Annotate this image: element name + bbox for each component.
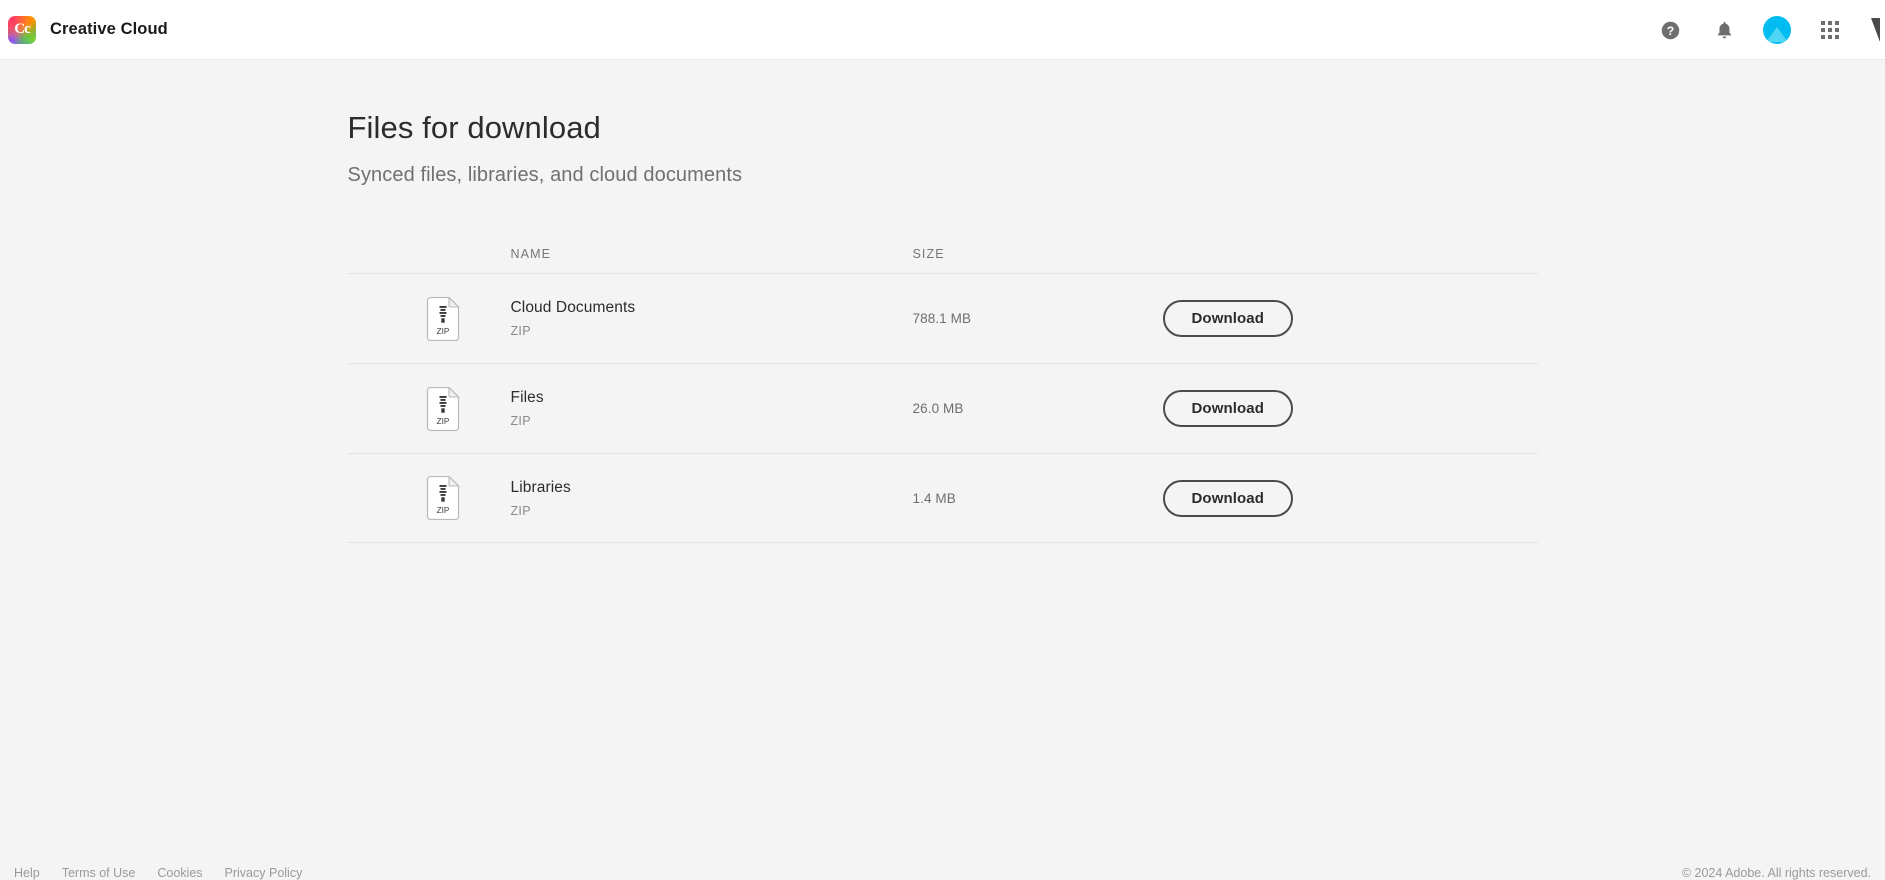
cell-action: Download [1162,390,1538,427]
main-content: Files for download Synced files, librari… [0,60,1885,880]
file-type: ZIP [510,414,531,428]
page-title: Files for download [347,110,601,145]
table-row: ZIP Cloud Documents ZIP 788.1 MB Downloa… [347,273,1538,363]
creative-cloud-logo-icon: Cc [8,15,36,44]
svg-text:ZIP: ZIP [436,417,449,426]
footer-link[interactable]: Help [14,866,40,880]
notifications-bell-icon[interactable] [1709,15,1739,45]
header-actions: ? [1655,0,1885,60]
files-table: NAME SIZE ZIP Cloud Documents ZIP 788.1 … [347,235,1538,543]
file-name: Libraries [510,478,571,496]
table-row: ZIP Files ZIP 26.0 MB Download [347,363,1538,453]
file-size: 1.4 MB [912,490,956,506]
footer-links: Help Terms of Use Cookies Privacy Policy [14,866,302,880]
page-subtitle: Synced files, libraries, and cloud docum… [347,164,743,186]
cell-name: ZIP Cloud Documents ZIP [348,296,913,341]
brand[interactable]: Cc Creative Cloud [8,15,168,44]
footer: Help Terms of Use Cookies Privacy Policy © … [0,860,1885,880]
app-header: Cc Creative Cloud ? [0,0,1885,60]
file-name: Cloud Documents [510,299,636,316]
table-row: ZIP Libraries ZIP 1.4 MB Download [347,453,1538,543]
creative-cloud-logo-mark: Cc [14,21,31,37]
app-grid-icon[interactable] [1815,15,1845,45]
file-name: Files [510,389,544,406]
footer-copyright: © 2024 Adobe. All rights reserved. [1681,866,1871,880]
download-button[interactable]: Download [1162,390,1293,427]
cell-action: Download [1162,479,1538,517]
user-avatar[interactable] [1763,16,1791,44]
cell-action: Download [1162,300,1538,337]
table-body: ZIP Cloud Documents ZIP 788.1 MB Downloa… [347,273,1538,543]
svg-text:?: ? [1666,23,1673,37]
footer-link[interactable]: Privacy Policy [225,866,303,880]
app-title: Creative Cloud [50,20,168,38]
file-type: ZIP [510,324,531,338]
footer-link[interactable]: Cookies [157,866,202,880]
file-size: 26.0 MB [912,401,964,416]
zip-file-icon: ZIP [426,476,460,520]
zip-file-icon: ZIP [426,386,460,431]
column-header-size: SIZE [912,247,945,261]
download-button[interactable]: Download [1162,300,1293,337]
file-type: ZIP [510,503,531,518]
svg-text:ZIP: ZIP [436,506,449,515]
cell-name: ZIP Files ZIP [348,386,913,431]
svg-text:ZIP: ZIP [436,327,449,336]
footer-link[interactable]: Terms of Use [62,866,136,880]
adobe-logo-icon[interactable] [1869,15,1885,45]
table-header-row: NAME SIZE [348,235,1538,273]
column-header-name: NAME [510,247,552,261]
file-size: 788.1 MB [912,311,972,326]
download-button[interactable]: Download [1162,479,1293,517]
zip-file-icon: ZIP [426,296,460,341]
help-icon[interactable]: ? [1655,15,1685,45]
cell-name: ZIP Libraries ZIP [348,476,913,520]
